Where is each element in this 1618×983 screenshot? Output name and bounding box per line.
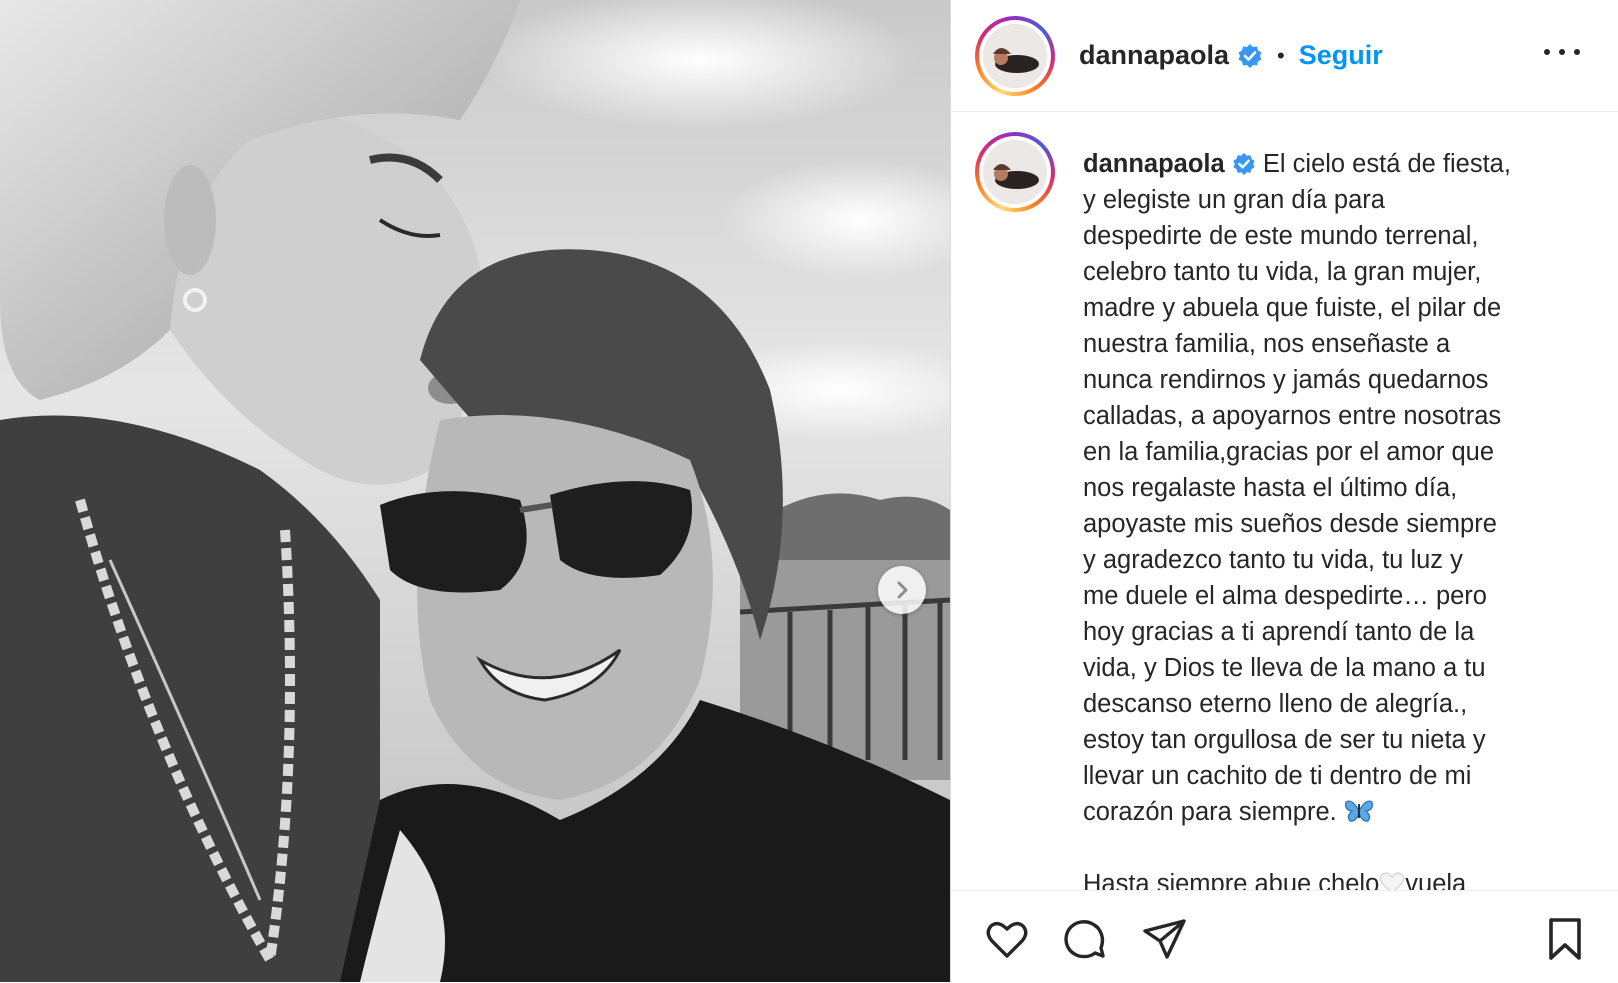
caption-line: descanso eterno lleno de alegría., [1083,690,1468,718]
caption-line: apoyaste mis sueños desde siempre [1083,510,1497,538]
caption-line: hoy gracias a ti aprendí tanto de la [1083,618,1475,646]
avatar-picture [983,140,1047,204]
avatar-picture [983,23,1047,88]
more-dot [1574,49,1580,55]
action-bar [951,890,1618,983]
caption-line: y agradezco tanto tu vida, tu luz y [1083,546,1463,574]
caption-line: madre y abuela que fuiste, el pilar de [1083,294,1502,322]
verified-badge-icon [1233,152,1255,176]
post-photo [0,0,950,982]
bookmark-icon[interactable] [1541,915,1589,963]
caption-line: nos regalaste hasta el último día, [1083,474,1458,502]
chevron-right-icon [897,581,908,599]
butterfly-emoji-icon [1344,800,1373,822]
caption-line: llevar un cachito de ti dentro de mi [1083,762,1472,790]
white-heart-emoji-icon [1379,872,1405,890]
instagram-post: dannapaola • Seguir dannapaola El cielo … [0,0,1618,983]
caption-line: calladas, a apoyarnos entre nosotras [1083,402,1502,430]
post-media [0,0,950,982]
more-dot [1544,49,1550,55]
caption-line: en la familia,gracias por el amor que [1083,438,1495,466]
post-caption: dannapaola El cielo está de fiesta, y el… [1083,146,1583,890]
avatar[interactable] [975,15,1055,96]
caption-closing: Hasta siempre abue chelo [1083,870,1380,890]
username-link[interactable]: dannapaola [1079,40,1229,71]
avatar-border [979,19,1051,92]
more-options-icon[interactable] [1544,38,1580,66]
post-header: dannapaola • Seguir [951,0,1618,112]
more-dot [1559,49,1565,55]
caption-username-link[interactable]: dannapaola [1083,150,1225,178]
caption-line: vida, y Dios te lleva de la mano a tu [1083,654,1486,682]
caption-line: despedirte de este mundo terrenal, [1083,222,1479,250]
send-icon[interactable] [1141,915,1189,963]
comment-icon[interactable] [1061,915,1109,963]
caption-line: El cielo está de fiesta, [1262,150,1511,178]
caption-line: estoy tan orgullosa de ser tu nieta y [1083,726,1486,754]
caption-line: me duele el alma despedirte… pero [1083,582,1487,610]
caption-area[interactable]: dannapaola El cielo está de fiesta, y el… [951,112,1618,890]
avatar-image [983,23,1047,88]
next-photo-button[interactable] [878,566,926,614]
caption-line: corazón para siempre. [1083,798,1337,826]
caption-line: nuestra familia, nos enseñaste a [1083,330,1451,358]
avatar-image [983,140,1047,204]
separator-dot: • [1277,42,1285,68]
caption-closing-after: vuela [1405,870,1467,890]
caption-avatar[interactable] [975,132,1055,212]
follow-button[interactable]: Seguir [1299,40,1383,71]
caption-line: y elegiste un gran día para [1083,186,1385,214]
caption-line: celebro tanto tu vida, la gran mujer, [1083,258,1482,286]
verified-badge-icon [1238,43,1262,68]
heart-icon[interactable] [983,915,1031,963]
post-side-panel: dannapaola • Seguir dannapaola El cielo … [951,0,1618,983]
avatar-border [979,136,1051,208]
caption-line: nunca rendirnos y jamás quedarnos [1083,366,1489,394]
